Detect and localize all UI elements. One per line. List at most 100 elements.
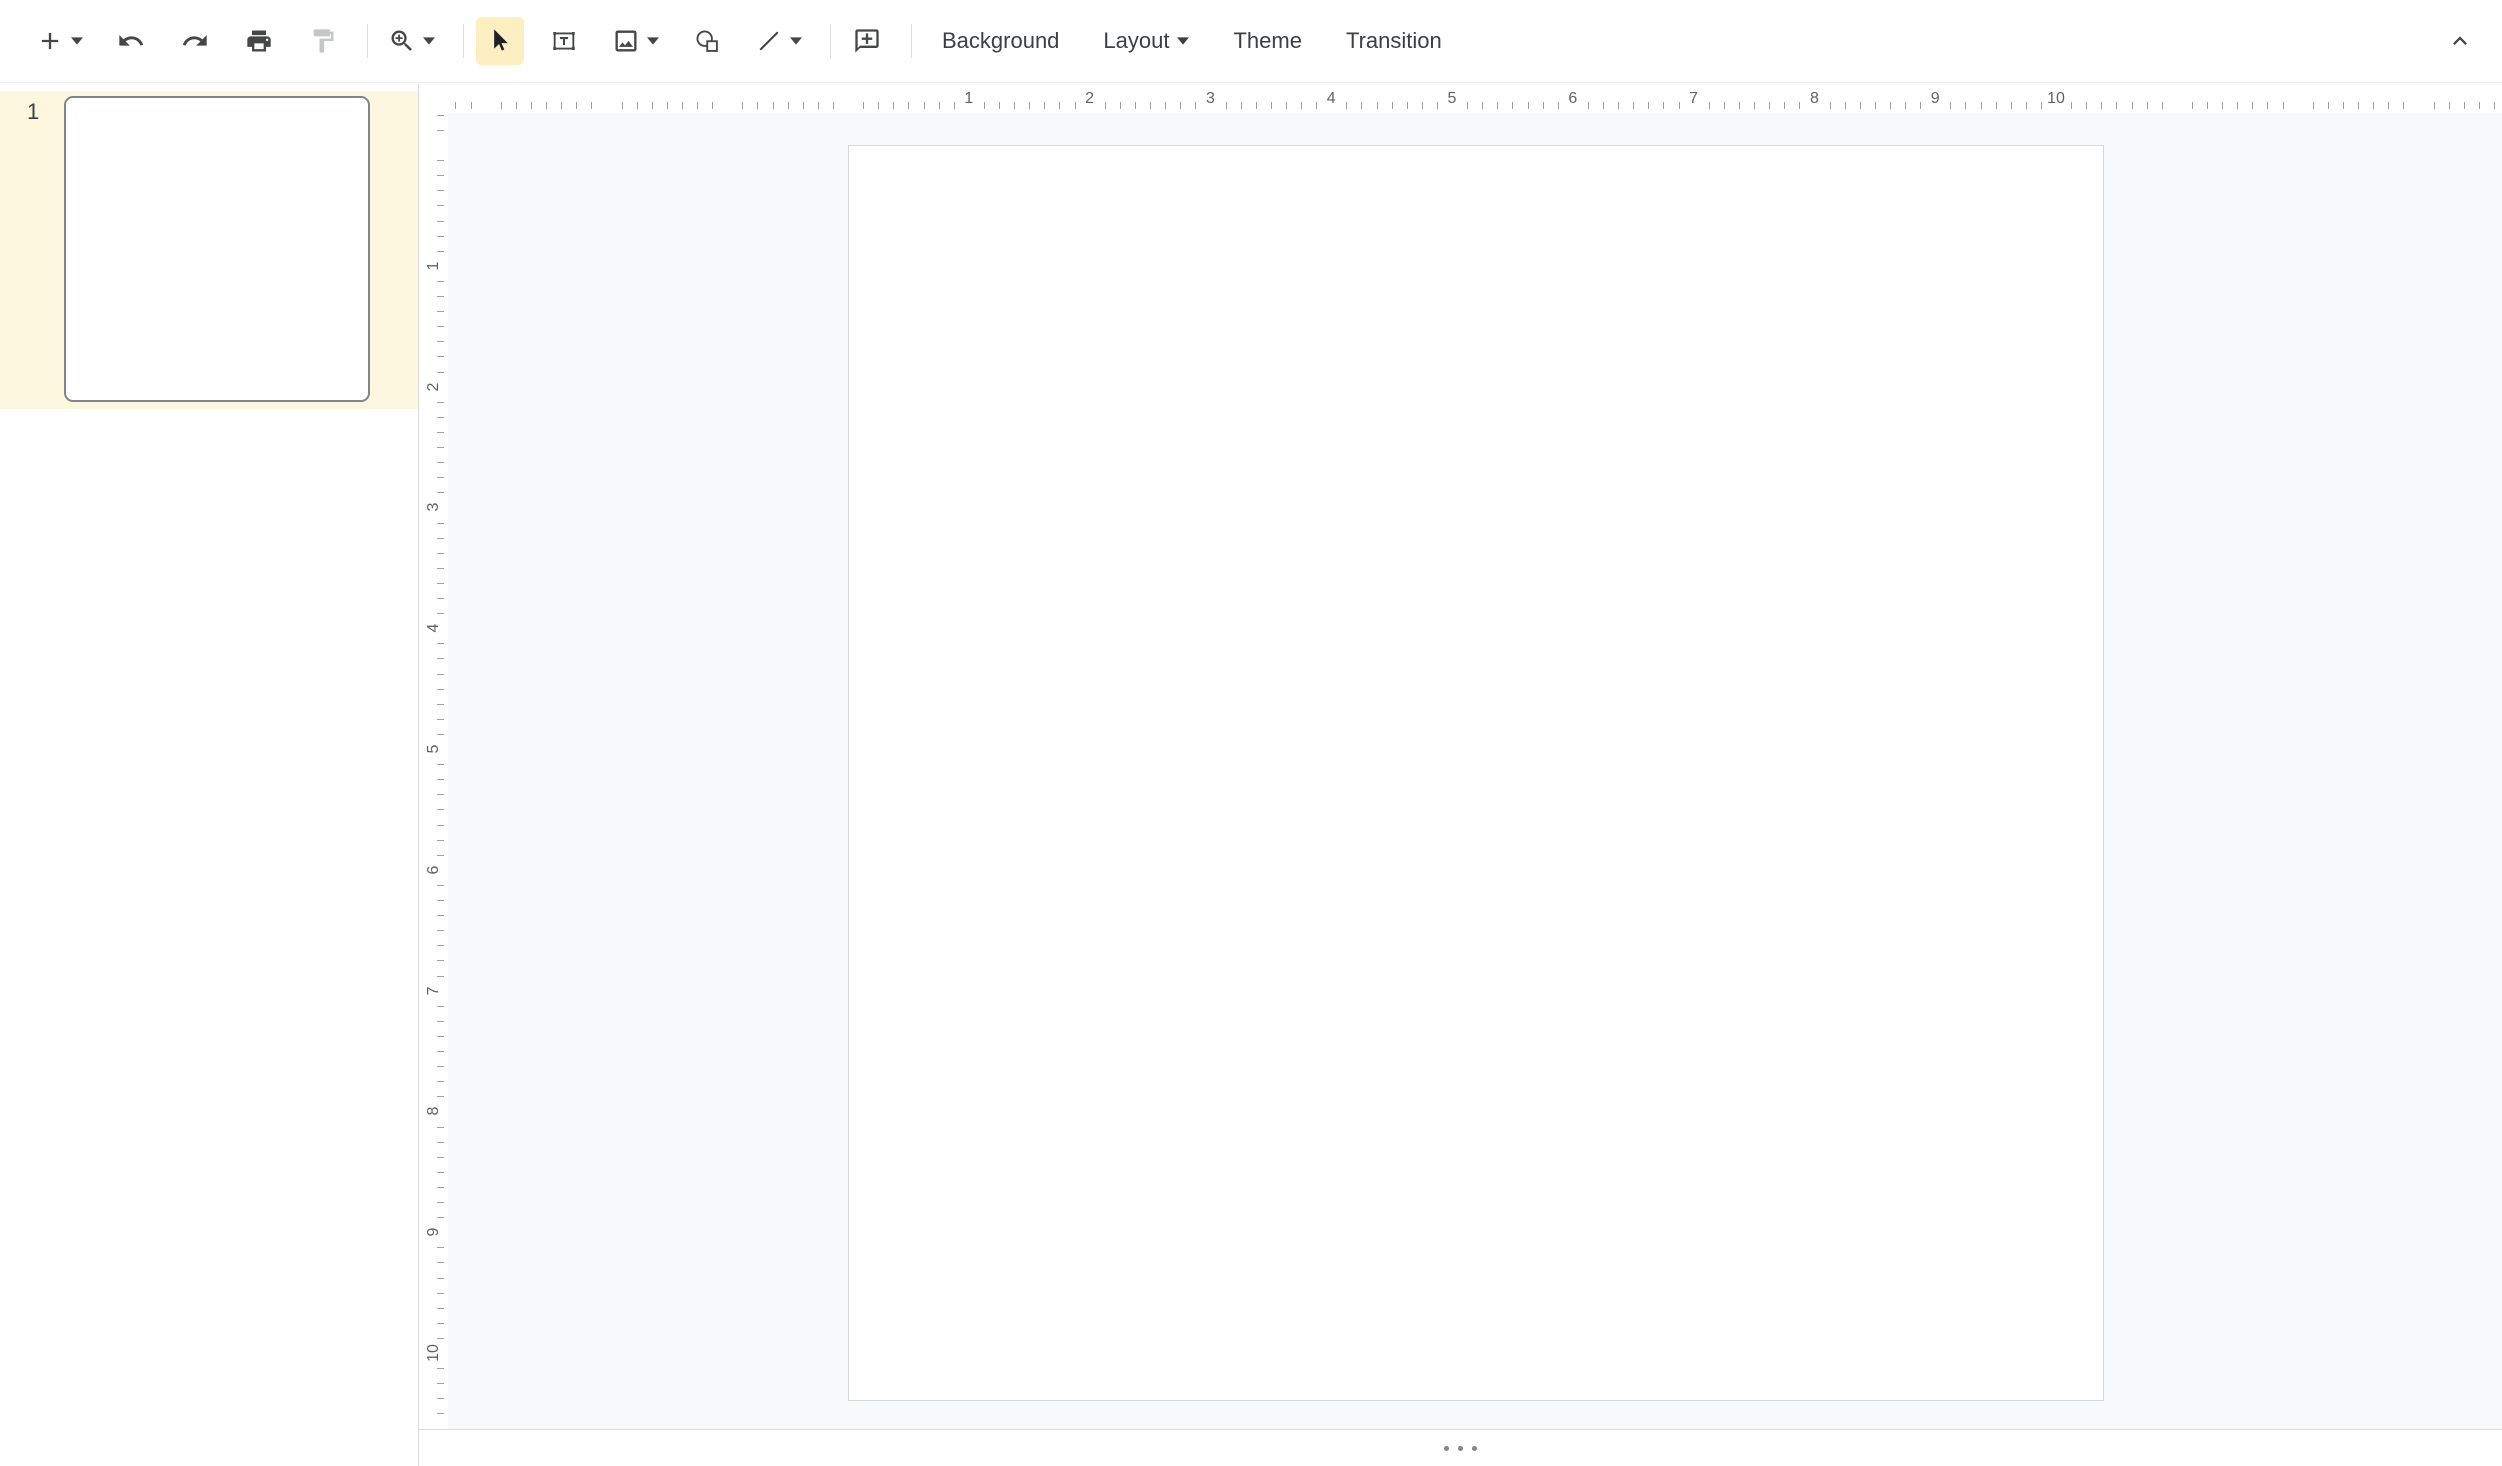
ruler-tick xyxy=(437,598,444,599)
ruler-tick xyxy=(437,160,444,161)
ruler-tick xyxy=(712,102,713,109)
ruler-corner xyxy=(419,84,448,113)
ruler-tick xyxy=(437,1021,444,1022)
ruler-tick xyxy=(1044,102,1045,109)
ruler-tick xyxy=(2147,102,2148,109)
redo-button[interactable] xyxy=(171,17,219,65)
transition-button[interactable]: Transition xyxy=(1328,17,1460,65)
ruler-tick xyxy=(1996,102,1997,109)
ruler-tick xyxy=(878,102,879,109)
ruler-tick xyxy=(637,102,638,109)
ruler-tick xyxy=(437,1338,444,1339)
ruler-tick xyxy=(2403,102,2404,109)
add-comment-button[interactable] xyxy=(843,17,891,65)
ruler-tick xyxy=(1316,102,1317,109)
ruler-tick xyxy=(437,568,444,569)
ruler-tick xyxy=(437,689,444,690)
ruler-tick xyxy=(437,281,444,282)
ruler-number: 2 xyxy=(1085,90,1094,108)
background-button-label: Background xyxy=(942,28,1059,54)
chevron-down-icon xyxy=(423,37,435,45)
ruler-tick xyxy=(437,779,444,780)
ruler-tick xyxy=(437,115,444,116)
ruler-tick xyxy=(437,1308,444,1309)
slide-canvas[interactable] xyxy=(848,145,2104,1401)
ruler-tick xyxy=(437,1413,444,1414)
ruler-tick xyxy=(2343,102,2344,109)
ruler-tick xyxy=(1784,102,1785,109)
zoom-button[interactable] xyxy=(380,17,443,65)
undo-icon xyxy=(117,27,145,55)
ruler-tick xyxy=(437,402,444,403)
zoom-icon xyxy=(388,27,416,55)
theme-button[interactable]: Theme xyxy=(1215,17,1319,65)
cursor-icon xyxy=(486,27,514,55)
ruler-tick xyxy=(1029,102,1030,109)
new-slide-button[interactable] xyxy=(28,17,91,65)
ruler-tick xyxy=(546,102,547,109)
print-button[interactable] xyxy=(235,17,283,65)
horizontal-ruler: 12345678910 xyxy=(448,84,2502,113)
ruler-tick xyxy=(437,643,444,644)
ruler-tick xyxy=(437,1006,444,1007)
ruler-tick xyxy=(1754,102,1755,109)
ruler-tick xyxy=(2464,102,2465,109)
ruler-tick xyxy=(437,825,444,826)
notes-resize-handle[interactable] xyxy=(1430,1440,1491,1457)
ruler-tick xyxy=(1120,102,1121,109)
ruler-tick xyxy=(667,102,668,109)
toolbar-separator xyxy=(463,24,464,58)
ruler-tick xyxy=(2358,102,2359,109)
collapse-toolbar-button[interactable] xyxy=(2436,17,2484,65)
layout-button[interactable]: Layout xyxy=(1085,17,1207,65)
workspace: 12345678910 12345678910 xyxy=(419,84,2502,1466)
ruler-tick xyxy=(516,102,517,109)
text-box-button[interactable] xyxy=(540,17,588,65)
chevron-down-icon xyxy=(790,37,802,45)
toolbar-separator xyxy=(367,24,368,58)
select-tool-button[interactable] xyxy=(476,17,524,65)
ruler-tick xyxy=(1422,102,1423,109)
paint-format-button[interactable] xyxy=(299,17,347,65)
print-icon xyxy=(245,27,273,55)
ruler-tick xyxy=(437,658,444,659)
ruler-tick xyxy=(437,960,444,961)
ruler-tick xyxy=(1860,102,1861,109)
ruler-tick xyxy=(1482,102,1483,109)
ruler-tick xyxy=(1603,102,1604,109)
ruler-tick xyxy=(437,1081,444,1082)
theme-button-label: Theme xyxy=(1233,28,1301,54)
chevron-down-icon xyxy=(647,37,659,45)
toolbar-separator xyxy=(911,24,912,58)
ruler-tick xyxy=(437,719,444,720)
ruler-tick xyxy=(2071,102,2072,109)
ruler-number: 7 xyxy=(425,986,443,995)
ruler-number: 6 xyxy=(425,865,443,874)
insert-image-button[interactable] xyxy=(604,17,667,65)
ruler-tick xyxy=(437,1323,444,1324)
slide-thumbnail[interactable] xyxy=(64,96,370,402)
ruler-tick xyxy=(591,102,592,109)
ruler-tick xyxy=(437,477,444,478)
ruler-tick xyxy=(437,809,444,810)
ruler-tick xyxy=(1648,102,1649,109)
ruler-number: 8 xyxy=(1810,90,1819,108)
ruler-tick xyxy=(437,1383,444,1384)
ruler-tick xyxy=(1799,102,1800,109)
ruler-tick xyxy=(742,102,743,109)
ruler-tick xyxy=(2449,102,2450,109)
ruler-tick xyxy=(437,900,444,901)
ruler-tick xyxy=(893,102,894,109)
ruler-tick xyxy=(1875,102,1876,109)
background-button[interactable]: Background xyxy=(924,17,1077,65)
ruler-tick xyxy=(576,102,577,109)
chevron-up-icon xyxy=(2446,27,2474,55)
insert-line-button[interactable] xyxy=(747,17,810,65)
insert-shape-button[interactable] xyxy=(683,17,731,65)
ruler-tick xyxy=(697,102,698,109)
ruler-tick xyxy=(437,1036,444,1037)
ruler-number: 5 xyxy=(1448,90,1457,108)
ruler-tick xyxy=(437,130,444,131)
slide-thumbnail-row[interactable]: 1 xyxy=(0,91,418,409)
undo-button[interactable] xyxy=(107,17,155,65)
